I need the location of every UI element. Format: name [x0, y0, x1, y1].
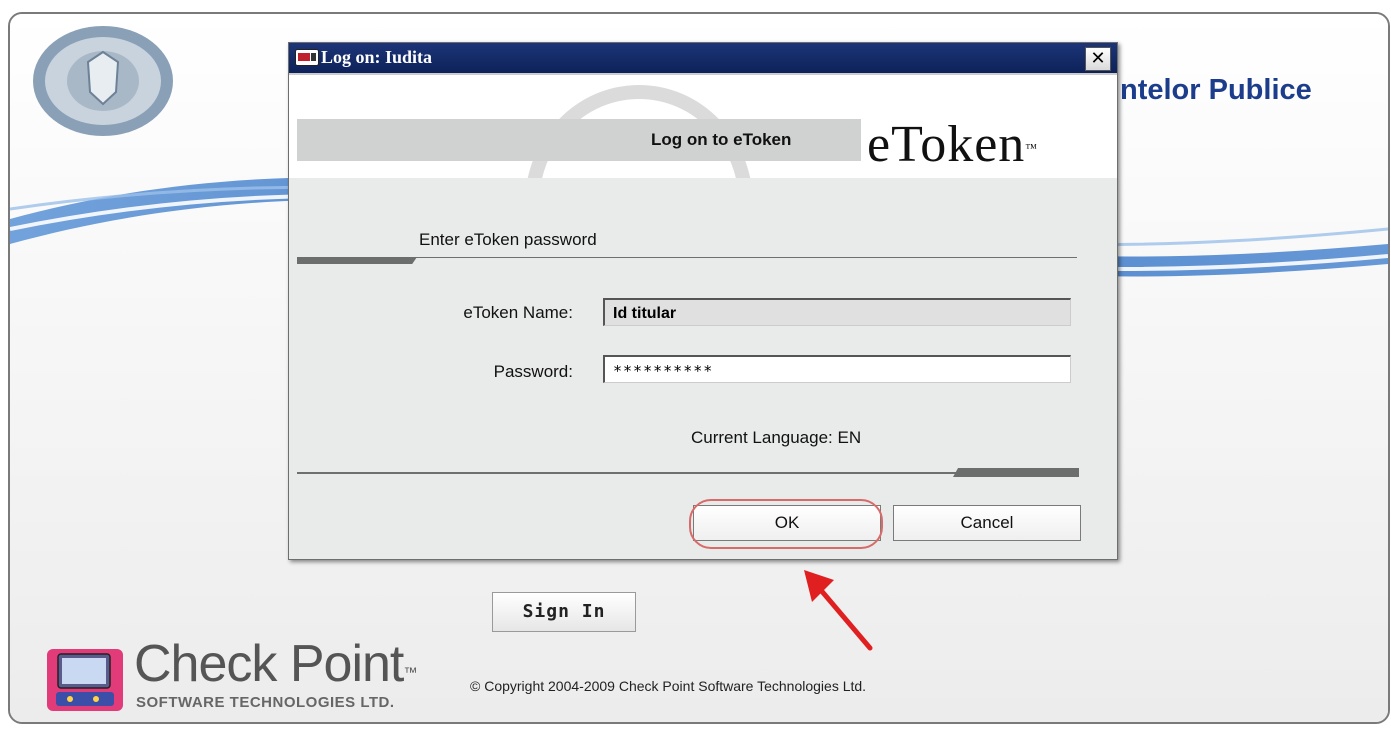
current-language: Current Language: EN	[691, 428, 862, 447]
red-arrow-annotation	[804, 570, 873, 651]
divider-tab	[953, 468, 1079, 477]
header-title: ntelor Publice	[1120, 74, 1312, 106]
dialog-title: Log on: Iudita	[321, 47, 433, 67]
password-field[interactable]: **********	[603, 355, 1071, 383]
section-heading: Enter eToken password	[419, 230, 597, 249]
etoken-logon-dialog: Log on: Iudita ✕ Log on to eToken eToken…	[288, 42, 1118, 560]
token-name-label: eToken Name:	[463, 303, 573, 322]
check-point-trademark: ™	[403, 664, 417, 680]
dialog-titlebar: Log on: Iudita ✕	[289, 43, 1117, 75]
divider-tab	[297, 257, 417, 264]
etoken-brand-logo: eToken™	[867, 116, 1039, 173]
password-label: Password:	[493, 362, 573, 381]
sign-in-button[interactable]: Sign In	[492, 592, 636, 632]
token-name-field: Id titular	[603, 298, 1071, 326]
check-point-subtitle: SOFTWARE TECHNOLOGIES LTD.	[136, 694, 395, 711]
etoken-app-icon	[295, 49, 319, 66]
close-button[interactable]: ✕	[1085, 47, 1111, 71]
ministry-seal-logo	[33, 26, 173, 136]
check-point-logo-icon	[47, 649, 123, 711]
check-point-brand: Check Point™	[134, 635, 417, 693]
ok-highlight-annotation	[689, 499, 883, 549]
etoken-trademark: ™	[1025, 141, 1039, 155]
copyright-text: © Copyright 2004-2009 Check Point Softwa…	[470, 678, 867, 694]
cancel-button[interactable]: Cancel	[893, 505, 1081, 541]
banner-label: Log on to eToken	[651, 130, 792, 149]
close-icon: ✕	[1090, 48, 1106, 69]
